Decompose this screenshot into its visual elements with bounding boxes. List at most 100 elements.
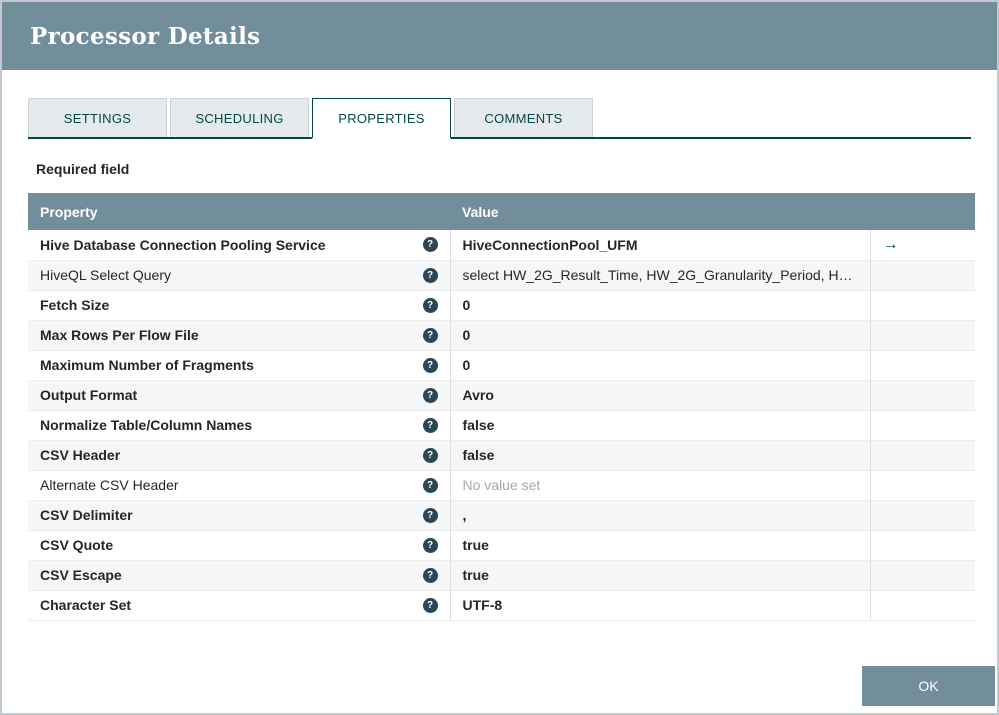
dialog-header: Processor Details [2, 2, 997, 70]
property-value-cell: UTF-8 [450, 590, 870, 620]
property-row: Normalize Table/Column Names? false [28, 410, 975, 440]
properties-table-header: Property Value [28, 193, 975, 230]
goto-cell [870, 500, 975, 530]
property-value: No value set [463, 477, 541, 493]
property-value-cell: false [450, 440, 870, 470]
dialog-body: SETTINGSSCHEDULINGPROPERTIESCOMMENTS Req… [2, 70, 997, 621]
property-value: 0 [463, 357, 471, 373]
property-name: Hive Database Connection Pooling Service [40, 237, 326, 253]
property-value-cell: select HW_2G_Result_Time, HW_2G_Granular… [450, 260, 870, 290]
column-header-property: Property [28, 193, 450, 230]
property-name: CSV Header [40, 447, 120, 463]
goto-controller-service-icon[interactable]: → [883, 236, 899, 253]
property-row: Character Set? UTF-8 [28, 590, 975, 620]
property-value: select HW_2G_Result_Time, HW_2G_Granular… [463, 267, 853, 283]
help-icon[interactable]: ? [423, 418, 438, 433]
goto-cell [870, 410, 975, 440]
property-value: HiveConnectionPool_UFM [463, 237, 638, 253]
property-name-cell: Normalize Table/Column Names? [28, 410, 450, 440]
property-name-cell: CSV Quote? [28, 530, 450, 560]
properties-table: Property Value Hive Database Connection … [28, 193, 975, 621]
property-value: false [463, 447, 495, 463]
property-name: Fetch Size [40, 297, 109, 313]
property-value: false [463, 417, 495, 433]
property-value: Avro [463, 387, 494, 403]
property-name: CSV Quote [40, 537, 113, 553]
property-name-cell: HiveQL Select Query? [28, 260, 450, 290]
property-value-cell: 0 [450, 350, 870, 380]
required-field-hint: Required field [36, 161, 971, 177]
property-row: CSV Delimiter?, [28, 500, 975, 530]
goto-cell [870, 470, 975, 500]
help-icon[interactable]: ? [423, 598, 438, 613]
tab-settings[interactable]: SETTINGS [28, 98, 167, 137]
property-name-cell: Fetch Size? [28, 290, 450, 320]
property-value: UTF-8 [463, 597, 503, 613]
help-icon[interactable]: ? [423, 298, 438, 313]
property-value: 0 [463, 297, 471, 313]
property-name-cell: Max Rows Per Flow File? [28, 320, 450, 350]
property-row: CSV Escape? true [28, 560, 975, 590]
column-header-goto [870, 193, 975, 230]
property-value-cell: No value set [450, 470, 870, 500]
property-name: Max Rows Per Flow File [40, 327, 199, 343]
tab-properties[interactable]: PROPERTIES [312, 98, 451, 139]
ok-button[interactable]: OK [862, 666, 995, 706]
help-icon[interactable]: ? [423, 568, 438, 583]
property-name-cell: CSV Delimiter? [28, 500, 450, 530]
tab-bar: SETTINGSSCHEDULINGPROPERTIESCOMMENTS [28, 98, 971, 139]
tab-scheduling[interactable]: SCHEDULING [170, 98, 309, 137]
property-value: 0 [463, 327, 471, 343]
property-name: Alternate CSV Header [40, 477, 179, 493]
property-value-cell: 0 [450, 320, 870, 350]
property-row: Maximum Number of Fragments? 0 [28, 350, 975, 380]
property-row: Output Format? Avro [28, 380, 975, 410]
property-value-cell: 0 [450, 290, 870, 320]
help-icon[interactable]: ? [423, 538, 438, 553]
help-icon[interactable]: ? [423, 328, 438, 343]
help-icon[interactable]: ? [423, 478, 438, 493]
help-icon[interactable]: ? [423, 448, 438, 463]
properties-table-body: Hive Database Connection Pooling Service… [28, 230, 975, 620]
help-icon[interactable]: ? [423, 508, 438, 523]
goto-cell: → [870, 230, 975, 260]
goto-cell [870, 590, 975, 620]
property-name-cell: Hive Database Connection Pooling Service… [28, 230, 450, 260]
goto-cell [870, 320, 975, 350]
property-name-cell: Maximum Number of Fragments? [28, 350, 450, 380]
property-row: Hive Database Connection Pooling Service… [28, 230, 975, 260]
property-value-cell: true [450, 560, 870, 590]
help-icon[interactable]: ? [423, 388, 438, 403]
property-name-cell: Output Format? [28, 380, 450, 410]
goto-cell [870, 260, 975, 290]
property-name-cell: CSV Header? [28, 440, 450, 470]
help-icon[interactable]: ? [423, 268, 438, 283]
property-row: CSV Header? false [28, 440, 975, 470]
property-row: CSV Quote?true [28, 530, 975, 560]
property-name: CSV Escape [40, 567, 122, 583]
goto-cell [870, 440, 975, 470]
column-header-value: Value [450, 193, 870, 230]
goto-cell [870, 530, 975, 560]
property-name: Maximum Number of Fragments [40, 357, 254, 373]
property-row: Fetch Size? 0 [28, 290, 975, 320]
property-name-cell: Character Set? [28, 590, 450, 620]
property-name: Output Format [40, 387, 137, 403]
property-name: CSV Delimiter [40, 507, 133, 523]
property-value-cell: , [450, 500, 870, 530]
help-icon[interactable]: ? [423, 237, 438, 252]
goto-cell [870, 350, 975, 380]
property-row: HiveQL Select Query? select HW_2G_Result_… [28, 260, 975, 290]
property-value-cell: HiveConnectionPool_UFM [450, 230, 870, 260]
property-name: HiveQL Select Query [40, 267, 171, 283]
property-value: , [463, 507, 467, 523]
dialog-title: Processor Details [30, 23, 260, 50]
goto-cell [870, 290, 975, 320]
property-name: Character Set [40, 597, 131, 613]
goto-cell [870, 380, 975, 410]
property-row: Max Rows Per Flow File? 0 [28, 320, 975, 350]
property-name-cell: Alternate CSV Header? [28, 470, 450, 500]
help-icon[interactable]: ? [423, 358, 438, 373]
tab-comments[interactable]: COMMENTS [454, 98, 593, 137]
header-row: Property Value [28, 193, 975, 230]
